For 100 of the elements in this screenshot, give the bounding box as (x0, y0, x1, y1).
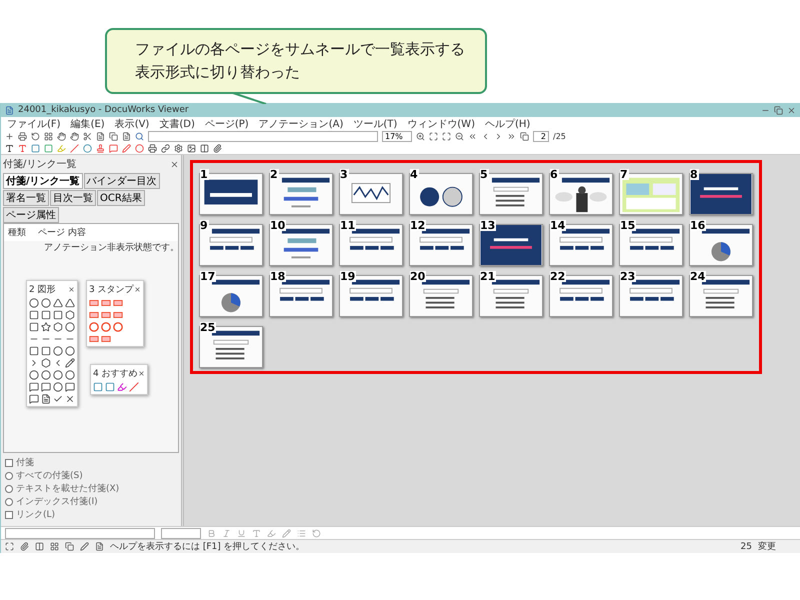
page-number: 7 (620, 169, 629, 180)
page-number: 13 (480, 220, 496, 231)
app-icon (5, 106, 14, 114)
toolbar-icon[interactable] (44, 132, 53, 140)
font-field[interactable] (5, 528, 155, 538)
shape-tool-icon[interactable] (29, 394, 39, 404)
status-icon[interactable] (35, 542, 44, 551)
page-number: 18 (270, 271, 286, 282)
restore-button[interactable] (774, 106, 783, 114)
status-icon[interactable] (20, 542, 29, 551)
toolbar-icon[interactable] (122, 132, 131, 140)
font-size-field[interactable] (161, 528, 201, 538)
annotation-tool-icon[interactable] (129, 382, 139, 392)
toolbar-icon[interactable] (442, 132, 451, 140)
page-number: 21 (480, 271, 496, 282)
shape-tool-icon[interactable] (65, 394, 75, 404)
menu-item[interactable]: ウィンドウ(W) (407, 116, 475, 130)
callout-text: ファイルの各ページをサムネールで一覧表示する (135, 40, 466, 59)
toolbar-icon[interactable] (5, 144, 14, 152)
window-title: 24001_kikakusyo - DocuWorks Viewer (18, 105, 190, 115)
toolbar-icon[interactable] (200, 144, 209, 152)
shape-tool-icon[interactable] (41, 358, 51, 368)
radio-button[interactable] (5, 498, 13, 506)
menu-item[interactable]: 文書(D) (159, 116, 195, 130)
menu-item[interactable]: ページ(P) (204, 116, 249, 130)
page-number: 14 (550, 220, 566, 231)
checkbox[interactable] (5, 458, 13, 466)
page-number: 5 (480, 169, 489, 180)
status-message: ヘルプを表示するには [F1] を押してください。 (110, 540, 306, 553)
close-button[interactable] (787, 106, 796, 114)
callout-text: 表示形式に切り替わった (135, 63, 301, 82)
toolbar-icon[interactable] (96, 132, 105, 140)
page-number: 2 (270, 169, 279, 180)
toolbar-icon[interactable] (18, 132, 27, 140)
page-field[interactable]: 2 (533, 130, 549, 142)
shape-tool-icon[interactable] (65, 382, 75, 392)
page-number: 8 (690, 169, 699, 180)
panel-tab[interactable]: ページ属性 (3, 207, 59, 223)
status-icon[interactable] (65, 542, 74, 551)
toolbar-icon[interactable] (109, 132, 118, 140)
zoom-field[interactable]: 17% (382, 130, 412, 142)
page-number: 4 (410, 169, 419, 180)
menu-item[interactable]: 編集(E) (70, 116, 105, 130)
toolbar-icon[interactable] (148, 144, 157, 152)
toolbar-icon[interactable] (213, 144, 222, 152)
document-state: 変更 (758, 540, 776, 553)
shape-tool-icon[interactable] (41, 394, 51, 404)
panel-tab[interactable]: 署名一覧 (3, 190, 49, 206)
toolbar-icon[interactable] (520, 132, 529, 140)
menu-item[interactable]: アノテーション(A) (258, 116, 344, 130)
radio-button[interactable] (5, 484, 13, 492)
toolbar-icon[interactable] (507, 132, 516, 140)
page-number: 22 (550, 271, 566, 282)
close-button[interactable] (170, 160, 179, 168)
status-icon[interactable] (50, 542, 59, 551)
search-field[interactable] (148, 130, 378, 142)
page-number: 20 (410, 271, 426, 282)
toolbar-icon[interactable] (416, 132, 425, 140)
toolbar-icon[interactable] (174, 144, 183, 152)
shape-tool-icon[interactable] (29, 382, 39, 392)
close-button[interactable] (68, 286, 75, 293)
filter-label: テキストを載せた付箋(X) (16, 482, 120, 495)
panel-tab[interactable]: バインダー目次 (84, 173, 160, 189)
toolbar-icon[interactable] (31, 132, 40, 140)
status-icon[interactable] (95, 542, 104, 551)
toolbar-icon[interactable] (57, 132, 66, 140)
menu-item[interactable]: 表示(V) (114, 116, 150, 130)
panel-tab[interactable]: OCR結果 (97, 190, 145, 206)
filter-label: リンク(L) (16, 509, 56, 521)
menu-item[interactable]: ヘルプ(H) (484, 116, 530, 130)
status-icon[interactable] (5, 542, 14, 551)
search-icon[interactable] (135, 132, 144, 140)
annotation-tool-icon[interactable] (117, 382, 127, 392)
page-number: 1 (200, 169, 209, 180)
close-button[interactable] (134, 286, 141, 293)
toolbar-icon[interactable] (83, 132, 92, 140)
column-header: 内容 (68, 226, 87, 239)
toolbar-icon[interactable] (429, 132, 438, 140)
toolbar-icon[interactable] (455, 132, 464, 140)
toolbar-icon[interactable] (468, 132, 477, 140)
menu-item[interactable]: ファイル(F) (7, 116, 61, 130)
shape-tool-icon[interactable] (65, 358, 75, 368)
toolbar-icon[interactable] (161, 144, 170, 152)
toolbar-icon[interactable] (187, 144, 196, 152)
status-icon[interactable] (80, 542, 89, 551)
checkbox[interactable] (5, 510, 13, 518)
close-button[interactable] (138, 370, 145, 377)
shape-tool-icon[interactable] (53, 322, 63, 332)
shape-tool-icon[interactable] (41, 382, 51, 392)
menu-item[interactable]: ツール(T) (353, 116, 398, 130)
shape-tool-icon[interactable] (41, 322, 51, 332)
radio-button[interactable] (5, 472, 13, 480)
page-number: 23 (620, 271, 636, 282)
toolbar-icon[interactable] (70, 132, 79, 140)
panel-tab[interactable]: 目次一覧 (50, 190, 96, 206)
page-number: 3 (340, 169, 349, 180)
page-number: 9 (200, 220, 209, 231)
shape-tool-icon[interactable] (65, 310, 75, 320)
panel-tab[interactable]: 付箋/リンク一覧 (3, 173, 83, 189)
page-number: 12 (410, 220, 426, 231)
